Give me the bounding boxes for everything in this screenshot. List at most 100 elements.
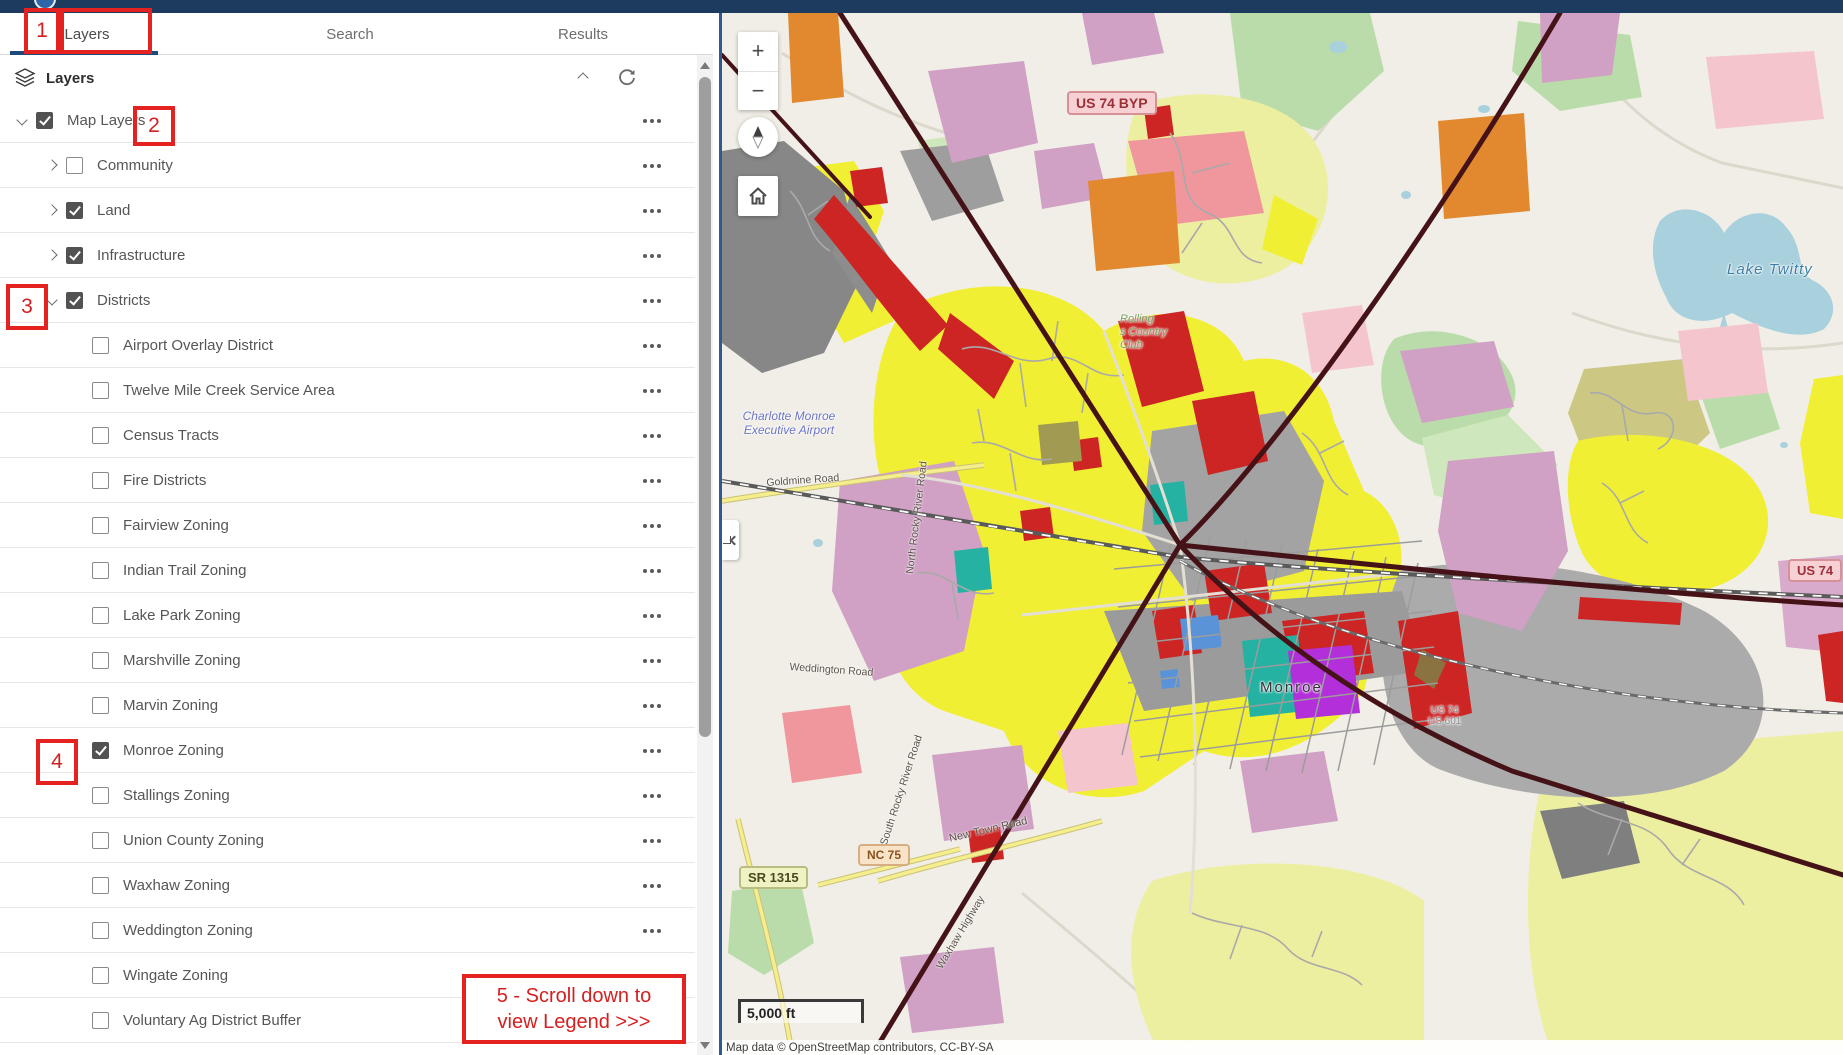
ellipsis-menu-icon[interactable] [643,503,661,548]
annotation-step-4: 4 [36,739,78,785]
ellipsis-menu-icon[interactable] [643,683,661,728]
layer-checkbox[interactable] [66,247,83,264]
layer-row-lake-park-zoning[interactable]: Lake Park Zoning [0,593,695,638]
ellipsis-menu-icon[interactable] [643,233,661,278]
route-badge-us74: US 74 [1788,559,1842,582]
ellipsis-menu-icon[interactable] [643,98,661,143]
zoom-in-button[interactable]: + [738,32,778,71]
chevron-left-icon [723,532,739,548]
chevron-right-icon[interactable] [44,202,60,218]
route-badge-us74byp: US 74 BYP [1067,91,1157,115]
ellipsis-menu-icon[interactable] [643,818,661,863]
ellipsis-menu-icon[interactable] [643,773,661,818]
annotation-step-5: 5 - Scroll down to view Legend >>> [462,974,686,1044]
ellipsis-menu-icon[interactable] [643,908,661,953]
layer-tree: Map Layers Community Land Infrastructure… [0,98,695,1043]
map-view[interactable]: + − US 74 BYP US 74 NC 75 SR 1315 Lake T… [722,13,1843,1055]
route-badge-sr1315: SR 1315 [739,866,808,889]
monroe-city-label: Monroe [1260,679,1323,696]
chevron-right-icon[interactable] [44,157,60,173]
layer-row-map-layers[interactable]: Map Layers [0,98,695,143]
layer-checkbox[interactable] [92,742,109,759]
layer-checkbox[interactable] [92,697,109,714]
home-icon [747,185,769,207]
layer-row-fairview-zoning[interactable]: Fairview Zoning [0,503,695,548]
tab-results[interactable]: Results [558,13,608,55]
ellipsis-menu-icon[interactable] [643,323,661,368]
layers-stack-icon [14,68,36,88]
collapse-all-icon[interactable] [575,70,591,86]
layer-checkbox[interactable] [92,1012,109,1029]
layer-row-districts[interactable]: Districts [0,278,695,323]
annotation-step-1: 1 [24,8,60,54]
ellipsis-menu-icon[interactable] [643,278,661,323]
airport-label: Charlotte Monroe Executive Airport [734,409,844,437]
refresh-icon[interactable] [617,68,637,88]
layer-checkbox[interactable] [92,427,109,444]
ellipsis-menu-icon[interactable] [643,413,661,458]
zoom-out-button[interactable]: − [738,72,778,111]
layer-checkbox[interactable] [92,517,109,534]
layer-row-twelve-mile-creek[interactable]: Twelve Mile Creek Service Area [0,368,695,413]
layer-checkbox[interactable] [92,337,109,354]
layer-row-stallings-zoning[interactable]: Stallings Zoning [0,773,695,818]
home-button[interactable] [738,176,778,216]
layer-checkbox[interactable] [92,472,109,489]
ellipsis-menu-icon[interactable] [643,593,661,638]
layer-checkbox[interactable] [66,157,83,174]
annotation-box-layers-tab [60,8,152,54]
layer-row-marvin-zoning[interactable]: Marvin Zoning [0,683,695,728]
ellipsis-menu-icon[interactable] [643,728,661,773]
layer-row-waxhaw-zoning[interactable]: Waxhaw Zoning [0,863,695,908]
layer-row-marshville-zoning[interactable]: Marshville Zoning [0,638,695,683]
country-club-label: Rolling s Country Club [1120,313,1167,352]
layer-row-community[interactable]: Community [0,143,695,188]
layer-row-census-tracts[interactable]: Census Tracts [0,413,695,458]
layer-checkbox[interactable] [92,787,109,804]
scrollbar-up-arrow[interactable] [697,57,713,73]
layer-row-indian-trail-zoning[interactable]: Indian Trail Zoning [0,548,695,593]
top-header-bar [0,0,1843,13]
ellipsis-menu-icon[interactable] [643,143,661,188]
layer-checkbox[interactable] [92,652,109,669]
lake-twitty-label: Lake Twitty [1727,261,1813,278]
layer-row-weddington-zoning[interactable]: Weddington Zoning [0,908,695,953]
layer-row-land[interactable]: Land [0,188,695,233]
ellipsis-menu-icon[interactable] [643,458,661,503]
layer-checkbox[interactable] [36,112,53,129]
layer-checkbox[interactable] [92,382,109,399]
tab-search[interactable]: Search [326,13,374,55]
layer-checkbox[interactable] [92,877,109,894]
panel-scrollbar[interactable] [697,55,713,1055]
panel-collapse-handle[interactable] [722,520,739,560]
ellipsis-menu-icon[interactable] [643,863,661,908]
layers-panel: Layers Search Results Layers [0,13,713,1055]
map-canvas[interactable] [722,13,1843,1055]
layer-row-union-county-zoning[interactable]: Union County Zoning [0,818,695,863]
layer-checkbox[interactable] [92,922,109,939]
scrollbar-thumb[interactable] [699,77,711,737]
layer-checkbox[interactable] [66,292,83,309]
ellipsis-menu-icon[interactable] [643,548,661,593]
layer-row-airport-overlay[interactable]: Airport Overlay District [0,323,695,368]
route-badge-nc75: NC 75 [858,844,910,866]
layer-checkbox[interactable] [92,607,109,624]
layer-checkbox[interactable] [92,967,109,984]
ellipsis-menu-icon[interactable] [643,188,661,233]
ellipsis-menu-icon[interactable] [643,368,661,413]
ellipsis-menu-icon[interactable] [643,638,661,683]
layer-checkbox[interactable] [92,562,109,579]
layer-row-fire-districts[interactable]: Fire Districts [0,458,695,503]
layer-checkbox[interactable] [66,202,83,219]
compass-button[interactable] [738,117,778,157]
layer-row-monroe-zoning[interactable]: Monroe Zoning [0,728,695,773]
chevron-down-icon[interactable] [14,112,30,128]
scrollbar-down-arrow[interactable] [697,1037,713,1053]
layer-checkbox[interactable] [92,832,109,849]
panel-map-divider [713,13,722,1055]
chevron-right-icon[interactable] [44,247,60,263]
scale-bar: 5,000 ft [738,999,864,1023]
route-stack-label: US 74 US 601 [1428,705,1461,727]
layer-row-infrastructure[interactable]: Infrastructure [0,233,695,278]
map-attribution: Map data © OpenStreetMap contributors, C… [722,1040,1843,1055]
